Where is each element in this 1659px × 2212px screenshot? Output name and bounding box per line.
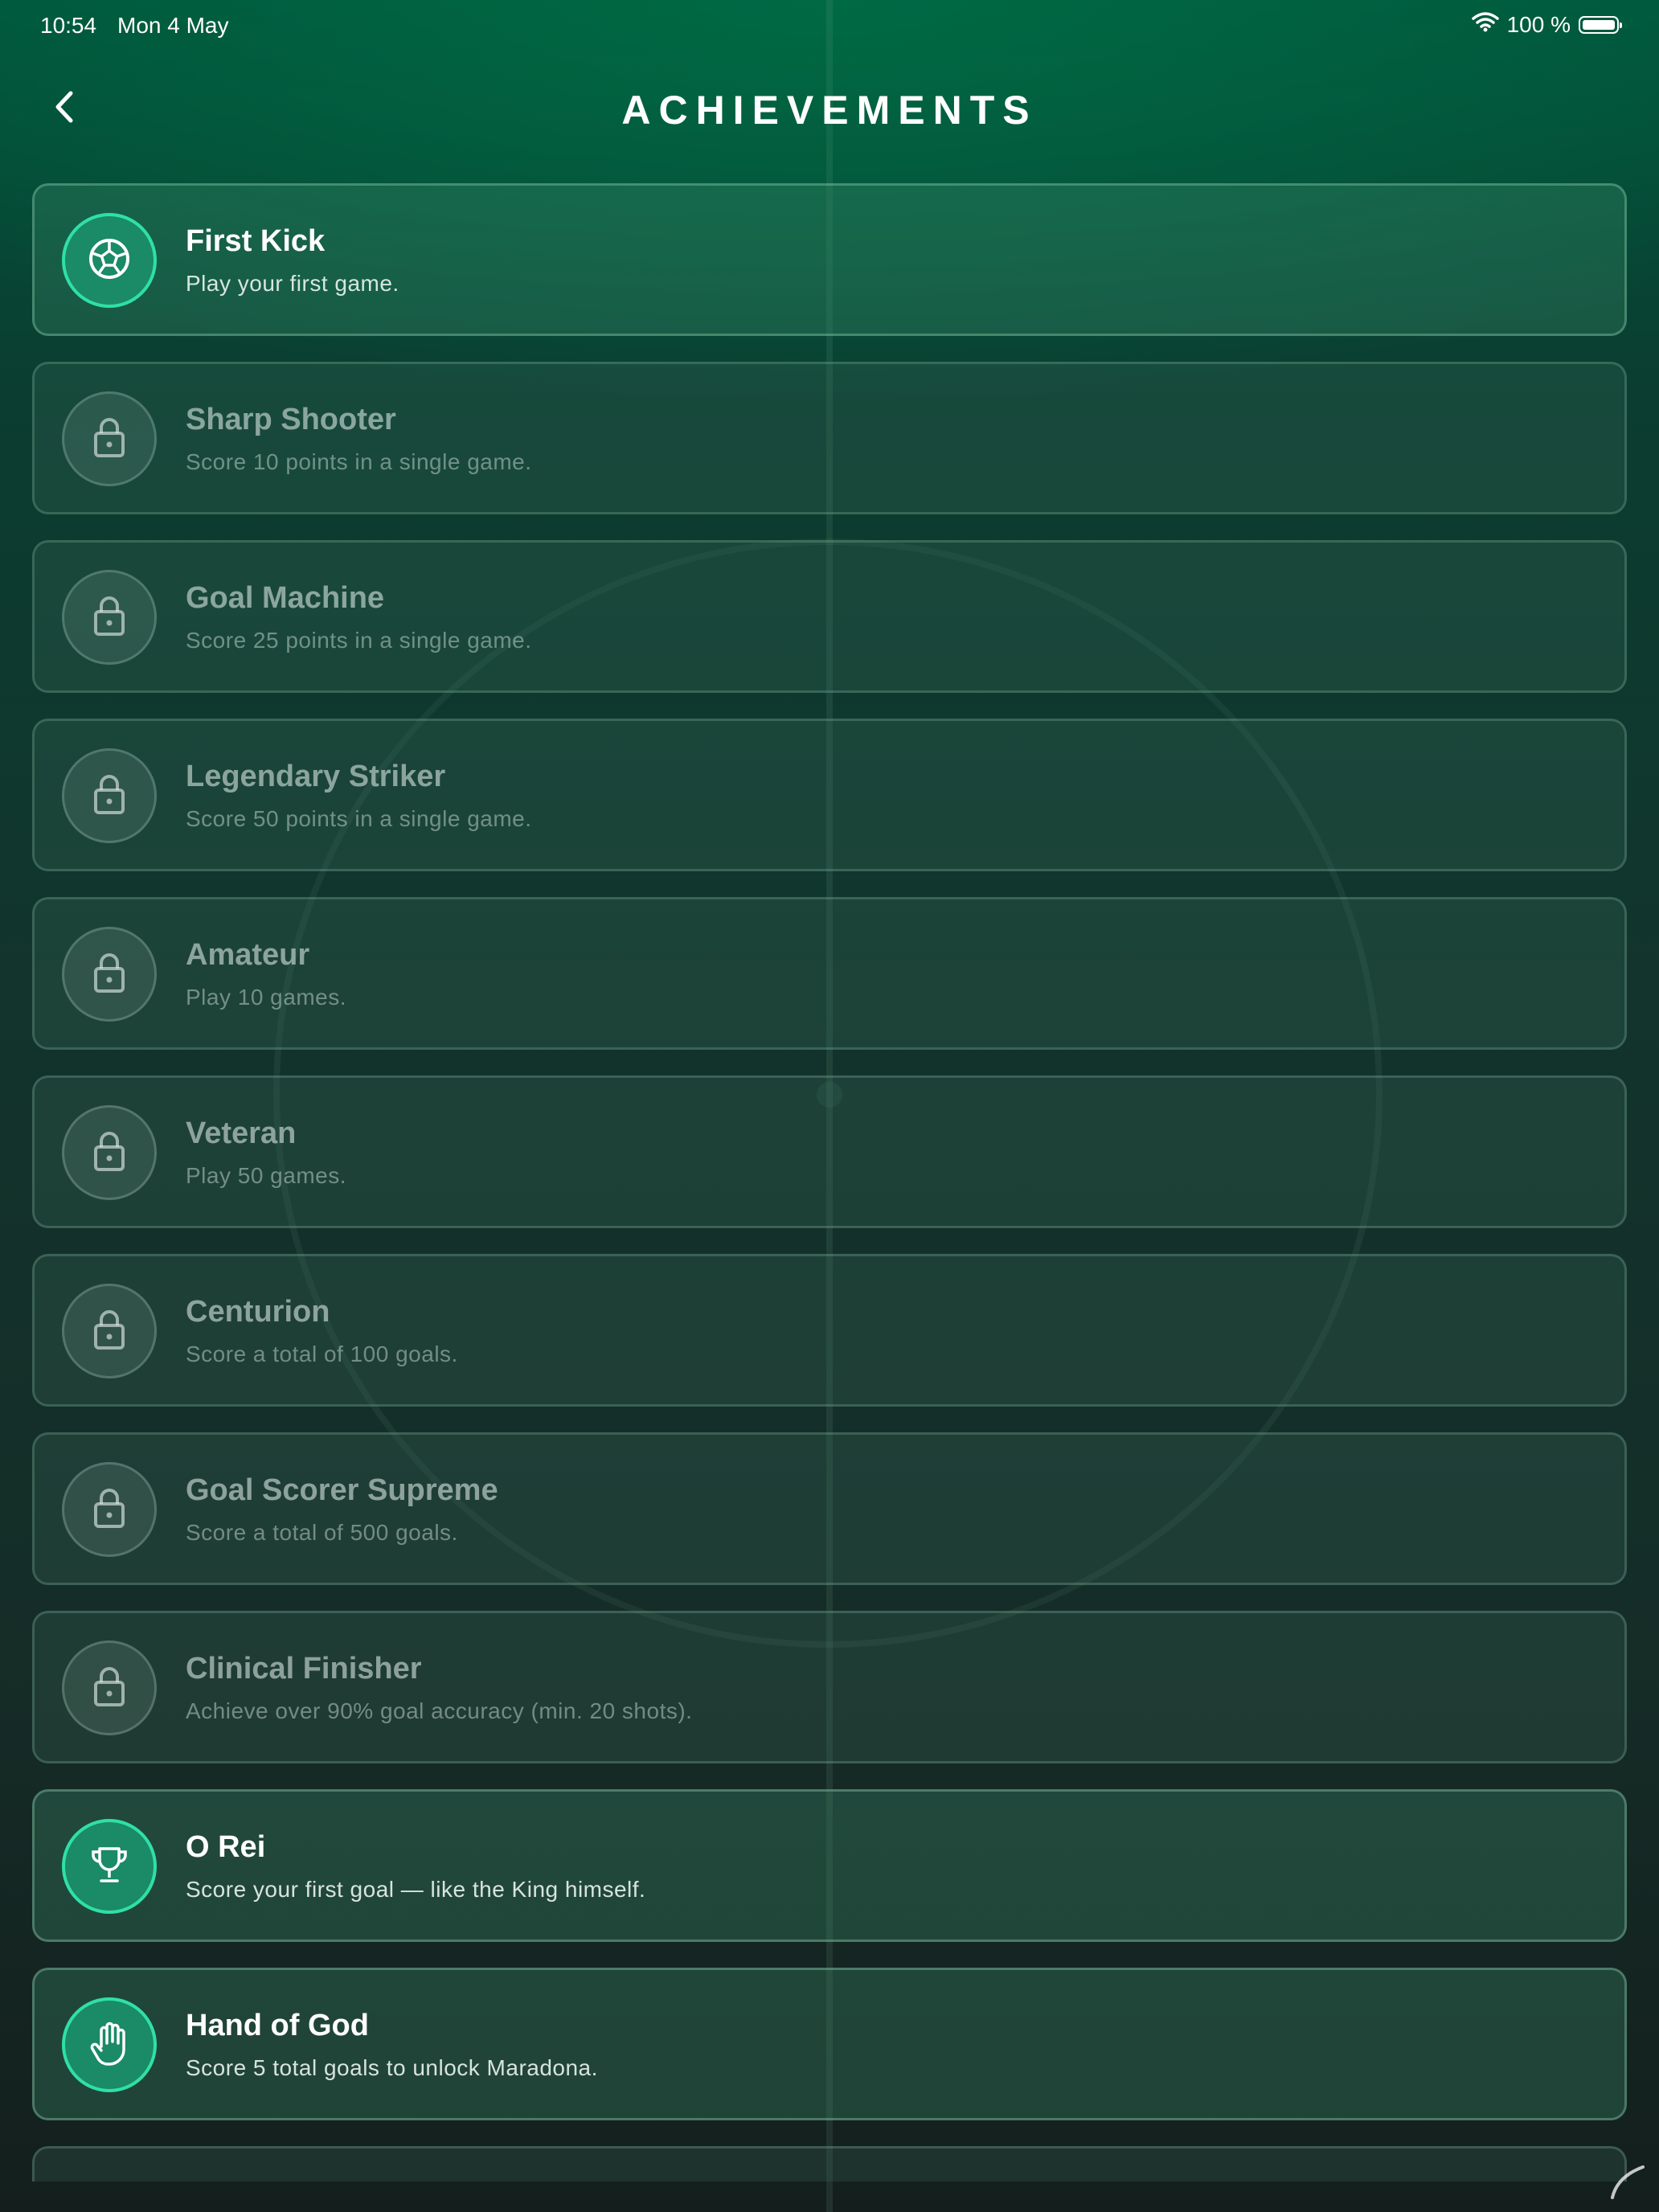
hand-icon (87, 2019, 132, 2071)
achievement-title: Centurion (186, 1295, 330, 1329)
achievement-title: First Kick (186, 224, 326, 258)
achievement-title: Amateur (186, 938, 310, 972)
lock-icon (92, 1486, 127, 1534)
achievement-badge (62, 1284, 157, 1378)
achievement-card-amateur[interactable]: Amateur Play 10 games. (32, 897, 1627, 1050)
achievement-description: Play your first game. (186, 271, 399, 296)
achievement-title: Hand of God (186, 2009, 369, 2042)
achievement-card-hand-of-god[interactable]: Hand of God Score 5 total goals to unloc… (32, 1968, 1627, 2120)
achievement-description: Score 5 total goals to unlock Maradona. (186, 2055, 598, 2080)
header: ACHIEVEMENTS (0, 72, 1659, 145)
status-time: 10:54 (40, 13, 97, 38)
achievement-badge (62, 1997, 157, 2092)
achievement-description: Score 25 points in a single game. (186, 628, 532, 653)
achievement-badge (62, 1819, 157, 1914)
achievement-badge (62, 748, 157, 843)
battery-icon (1579, 15, 1622, 34)
achievement-card-centurion[interactable]: Centurion Score a total of 100 goals. (32, 1254, 1627, 1407)
achievement-title: Legendary Striker (186, 760, 446, 793)
achievement-description: Play 10 games. (186, 985, 346, 1010)
achievement-description: Score a total of 100 goals. (186, 1342, 458, 1366)
achievement-card-clinical-finisher[interactable]: Clinical Finisher Achieve over 90% goal … (32, 1611, 1627, 1763)
achievement-badge (62, 1462, 157, 1557)
lock-icon (92, 951, 127, 998)
soccer-ball-icon (87, 236, 132, 285)
achievement-title: Goal Scorer Supreme (186, 1473, 498, 1507)
achievement-badge (62, 927, 157, 1022)
achievement-badge (62, 1105, 157, 1200)
achievement-badge (62, 213, 157, 308)
achievement-description: Score 50 points in a single game. (186, 806, 532, 831)
achievement-description: Score 10 points in a single game. (186, 449, 532, 474)
lock-icon (92, 416, 127, 463)
resize-handle-icon (1606, 2159, 1651, 2204)
status-indicators: 100 % (1471, 11, 1622, 38)
achievement-card-veteran[interactable]: Veteran Play 50 games. (32, 1075, 1627, 1228)
achievement-description: Score a total of 500 goals. (186, 1520, 458, 1545)
lock-icon (92, 1129, 127, 1177)
page-title: ACHIEVEMENTS (621, 88, 1038, 133)
achievement-title: Sharp Shooter (186, 403, 396, 436)
achievement-badge (62, 1641, 157, 1735)
status-date: Mon 4 May (117, 13, 229, 38)
achievement-title: Clinical Finisher (186, 1652, 422, 1686)
battery-percentage: 100 % (1506, 11, 1571, 37)
achievement-card-goal-scorer-supreme[interactable]: Goal Scorer Supreme Score a total of 500… (32, 1432, 1627, 1585)
achievement-description: Achieve over 90% goal accuracy (min. 20 … (186, 1698, 693, 1723)
achievement-description: Score your first goal — like the King hi… (186, 1877, 646, 1902)
achievement-title: O Rei (186, 1830, 266, 1864)
achievement-badge (62, 391, 157, 486)
achievement-badge (62, 570, 157, 665)
trophy-icon (87, 1842, 132, 1891)
achievement-title: Goal Machine (186, 581, 385, 615)
lock-icon (92, 594, 127, 641)
wifi-icon (1471, 11, 1499, 38)
achievement-card-sharp-shooter[interactable]: Sharp Shooter Score 10 points in a singl… (32, 362, 1627, 514)
achievement-description: Play 50 games. (186, 1163, 346, 1188)
lock-icon (92, 772, 127, 820)
achievement-card-partial[interactable] (32, 2146, 1627, 2181)
achievement-card-first-kick[interactable]: First Kick Play your first game. (32, 183, 1627, 336)
achievement-card-o-rei[interactable]: O Rei Score your first goal — like the K… (32, 1789, 1627, 1942)
lock-icon (92, 1308, 127, 1355)
achievement-card-goal-machine[interactable]: Goal Machine Score 25 points in a single… (32, 540, 1627, 693)
status-bar: 10:54 Mon 4 May 100 % (0, 0, 1659, 51)
achievement-card-legendary-striker[interactable]: Legendary Striker Score 50 points in a s… (32, 719, 1627, 871)
lock-icon (92, 1665, 127, 1712)
achievement-title: Veteran (186, 1116, 297, 1150)
